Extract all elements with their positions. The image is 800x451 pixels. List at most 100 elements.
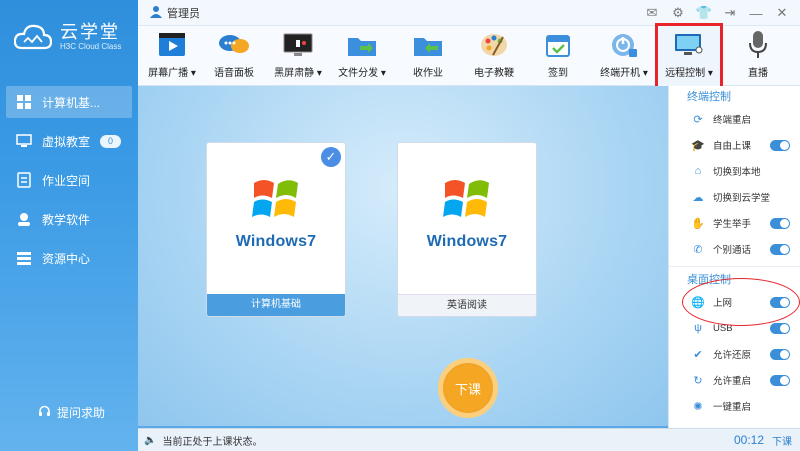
tool-label: 签到 (548, 68, 568, 79)
usb-toggle[interactable] (770, 322, 790, 334)
private-call-item[interactable]: ✆ 个别通话 (669, 236, 800, 262)
phone-icon: ✆ (693, 243, 703, 256)
tool-remote-control[interactable]: 远程控制 ▾ (655, 23, 723, 89)
raise-hand-toggle[interactable] (770, 217, 790, 229)
class-timer: 00:12 (733, 433, 764, 447)
sidebar-nav: 计算机基... 虚拟教室 0 作业空间 教学软件 资源中心 (0, 86, 138, 281)
tool-voice-panel[interactable]: 语音面板 (206, 30, 262, 79)
free-class-item[interactable]: 🎓 自由上课 (669, 132, 800, 158)
tool-black-screen[interactable]: 黑屏肃静 ▾ (270, 30, 326, 79)
item-label: 一键重启 (713, 402, 752, 413)
annotation-oval (682, 278, 800, 326)
help-button[interactable]: 提问求助 (38, 404, 105, 421)
window-controls: ✉ ⚙ 👕 ⇥ — ✕ (644, 5, 790, 21)
item-label: 个别通话 (713, 245, 752, 256)
homework-icon (16, 172, 32, 188)
sidebar-item-computer-basics[interactable]: 计算机基... (6, 86, 132, 118)
virtual-classroom-icon (16, 133, 32, 149)
switch-local-item[interactable]: ⌂ 切换到本地 (669, 158, 800, 184)
mail-icon[interactable]: ✉ (644, 5, 660, 21)
folder-send-icon (345, 30, 379, 60)
home-icon: ⌂ (694, 165, 702, 177)
allow-restore-item[interactable]: ✔ 允许还原 (669, 341, 800, 367)
software-icon (16, 211, 32, 227)
os-name: Windows7 (235, 233, 317, 250)
black-screen-icon (281, 30, 315, 60)
card-image: ✓ Windows7 (207, 143, 345, 295)
control-panel: 终端控制 ⟳ 终端重启 🎓 自由上课 ⌂ 切换到本地 ☁ 切换到云学堂 ✋ 学生举手 ✆ 个… (668, 86, 800, 428)
palette-icon (477, 30, 511, 60)
card-caption: 英语阅读 (398, 294, 536, 316)
private-call-toggle[interactable] (770, 243, 790, 255)
desktop-card-english-reading[interactable]: Windows7 英语阅读 (397, 142, 537, 317)
status-text: 当前正处于上课状态。 (162, 436, 263, 448)
tool-screen-broadcast[interactable]: 屏幕广播 ▾ (144, 30, 200, 79)
status-bar: 🔈 当前正处于上课状态。 00:12 下课 (138, 428, 800, 451)
minimize-icon[interactable]: — (748, 5, 764, 21)
raise-hand-item[interactable]: ✋ 学生举手 (669, 210, 800, 236)
count-badge: 0 (100, 134, 122, 148)
folder-collect-icon (411, 30, 445, 60)
allow-restart-toggle[interactable] (770, 374, 790, 386)
restore-icon: ✔ (693, 348, 703, 361)
restart-icon: ↻ (693, 374, 703, 387)
windows-logo-icon (252, 180, 298, 217)
sidebar-item-resources[interactable]: 资源中心 (6, 242, 132, 274)
tool-collect-homework[interactable]: 收作业 (400, 30, 456, 79)
end-class-button[interactable]: 下课 (438, 358, 498, 418)
toolbar: 屏幕广播 ▾ 语音面板 黑屏肃静 ▾ 文件分发 ▾ 收作业 电子教鞭 签到 终端… (138, 23, 800, 89)
usb-icon: ψ (694, 322, 702, 334)
app-subtitle: H3C Cloud Class (60, 42, 122, 51)
card-image: Windows7 (398, 143, 536, 295)
tool-e-pointer[interactable]: 电子教鞭 (466, 30, 522, 79)
grid-icon (16, 94, 32, 110)
tool-file-distribute[interactable]: 文件分发 ▾ (334, 30, 390, 79)
free-class-toggle[interactable] (770, 139, 790, 151)
resource-icon (16, 250, 32, 266)
spinner-icon: ✺ (693, 400, 703, 413)
item-label: 终端重启 (713, 115, 752, 126)
desktop-card-computer-basics[interactable]: ✓ Windows7 计算机基础 (206, 142, 346, 317)
exit-icon[interactable]: ⇥ (722, 5, 738, 21)
tool-live[interactable]: 直播 (730, 30, 786, 79)
tool-label: 屏幕广播 (148, 68, 189, 79)
restart-icon: ⟳ (693, 113, 703, 126)
title-bar: 管理员 ✉ ⚙ 👕 ⇥ — ✕ (138, 0, 800, 26)
sidebar-item-virtual-classroom[interactable]: 虚拟教室 0 (6, 125, 132, 157)
tool-label: 直播 (748, 68, 768, 79)
tool-terminal-power[interactable]: 终端开机 ▾ (596, 30, 652, 79)
one-key-restart-item[interactable]: ✺ 一键重启 (669, 393, 800, 419)
cloud-icon: ☁ (692, 191, 704, 204)
status-end-button[interactable]: 下课 (772, 433, 792, 448)
allow-restore-toggle[interactable] (770, 348, 790, 360)
microphone-icon (741, 30, 775, 60)
help-label: 提问求助 (57, 406, 106, 420)
card-caption: 计算机基础 (207, 294, 345, 316)
tool-label: 终端开机 (600, 68, 641, 79)
user-info[interactable]: 管理员 (150, 5, 200, 21)
tool-label: 黑屏肃静 (274, 68, 315, 79)
tool-sign-in[interactable]: 签到 (530, 30, 586, 79)
sidebar: 云学堂 H3C Cloud Class 计算机基... 虚拟教室 0 作业空间 (0, 0, 138, 451)
tool-label: 电子教鞭 (474, 68, 514, 79)
graduation-cap-icon: 🎓 (691, 139, 705, 152)
terminal-control-title: 终端控制 (687, 91, 731, 103)
broadcast-icon (155, 30, 189, 60)
sidebar-item-homework[interactable]: 作业空间 (6, 164, 132, 196)
shirt-icon[interactable]: 👕 (696, 5, 712, 21)
power-icon (607, 30, 641, 60)
item-label: 学生举手 (713, 219, 752, 230)
sidebar-item-software[interactable]: 教学软件 (6, 203, 132, 235)
sidebar-item-label: 资源中心 (42, 251, 91, 266)
user-icon (150, 5, 162, 21)
close-icon[interactable]: ✕ (774, 5, 790, 21)
item-label: 切换到云学堂 (713, 193, 771, 204)
terminal-restart-item[interactable]: ⟳ 终端重启 (669, 106, 800, 132)
sidebar-item-label: 虚拟教室 (42, 134, 91, 149)
tool-label: 收作业 (413, 68, 443, 79)
switch-cloud-item[interactable]: ☁ 切换到云学堂 (669, 184, 800, 210)
gear-icon[interactable]: ⚙ (670, 5, 686, 21)
user-name: 管理员 (167, 7, 200, 20)
app-title: 云学堂 (60, 22, 120, 42)
allow-restart-item[interactable]: ↻ 允许重启 (669, 367, 800, 393)
